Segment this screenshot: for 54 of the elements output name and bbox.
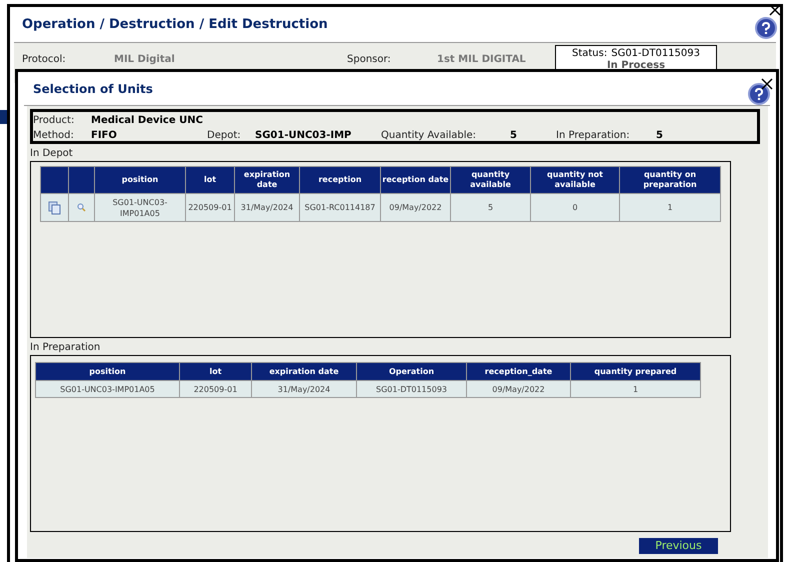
dialog-title: Selection of Units bbox=[33, 80, 153, 98]
field-value: 1st MIL DIGITAL bbox=[437, 53, 526, 67]
summary-label: Depot: bbox=[207, 129, 241, 143]
summary-value: Medical Device UNC bbox=[91, 114, 203, 128]
summary-label: Method: bbox=[33, 129, 74, 143]
table-cell: 220509-01 bbox=[180, 380, 252, 398]
help-icon[interactable] bbox=[748, 83, 770, 105]
column-header: quantity available bbox=[450, 166, 530, 194]
column-header: quantity not available bbox=[530, 166, 620, 194]
column-header: reception date bbox=[380, 166, 450, 194]
table-cell: 0 bbox=[530, 194, 620, 222]
previous-button[interactable]: Previous bbox=[639, 538, 718, 554]
table-cell: SG01-DT0115093 bbox=[356, 380, 466, 398]
status-value: SG01-DT0115093 bbox=[611, 47, 700, 60]
table-cell: SG01-RC0114187 bbox=[300, 194, 380, 222]
section-label: In Depot bbox=[30, 147, 74, 161]
summary-label: Product: bbox=[33, 114, 74, 128]
copy-icon[interactable] bbox=[48, 200, 61, 214]
table-cell: 31/May/2024 bbox=[252, 380, 356, 398]
window-title: Operation / Destruction / Edit Destruction bbox=[22, 16, 328, 34]
table-cell: 5 bbox=[450, 194, 530, 222]
column-header: position bbox=[94, 166, 186, 194]
table-cell: 220509-01 bbox=[186, 194, 234, 222]
column-header: expiration date bbox=[234, 166, 300, 194]
summary-label: Quantity Available: bbox=[381, 129, 476, 143]
column-header: lot bbox=[186, 166, 234, 194]
close-icon[interactable] bbox=[760, 77, 774, 91]
table-cell: 09/May/2022 bbox=[380, 194, 450, 222]
status-state: In Process bbox=[606, 60, 666, 71]
table-cell: 09/May/2022 bbox=[466, 380, 570, 398]
search-icon[interactable] bbox=[77, 202, 86, 212]
summary-value: SG01-UNC03-IMP bbox=[255, 129, 352, 143]
table-cell: 1 bbox=[620, 194, 720, 222]
column-header: expiration date bbox=[252, 362, 356, 380]
column-header: lot bbox=[180, 362, 252, 380]
field-label: Protocol: bbox=[22, 53, 66, 67]
summary-value: 5 bbox=[510, 129, 517, 143]
table-cell: SG01-UNC03-IMP01A05 bbox=[94, 194, 186, 222]
table-cell: SG01-UNC03-IMP01A05 bbox=[36, 380, 180, 398]
column-header: quantity prepared bbox=[570, 362, 700, 380]
summary-value: 5 bbox=[656, 129, 663, 143]
section-label: In Preparation bbox=[30, 341, 102, 355]
column-header: position bbox=[36, 362, 180, 380]
summary-value: FIFO bbox=[91, 129, 117, 143]
column-header: reception bbox=[300, 166, 380, 194]
column-header: quantity on preparation bbox=[620, 166, 720, 194]
table-cell: 31/May/2024 bbox=[234, 194, 300, 222]
summary-label: In Preparation: bbox=[556, 129, 630, 143]
field-value: MIL Digital bbox=[114, 53, 175, 67]
table-cell: 1 bbox=[570, 380, 700, 398]
field-label: Sponsor: bbox=[347, 53, 391, 67]
column-header: reception_date bbox=[466, 362, 570, 380]
column-header: Operation bbox=[356, 362, 466, 380]
status-label: Status: bbox=[572, 47, 608, 60]
